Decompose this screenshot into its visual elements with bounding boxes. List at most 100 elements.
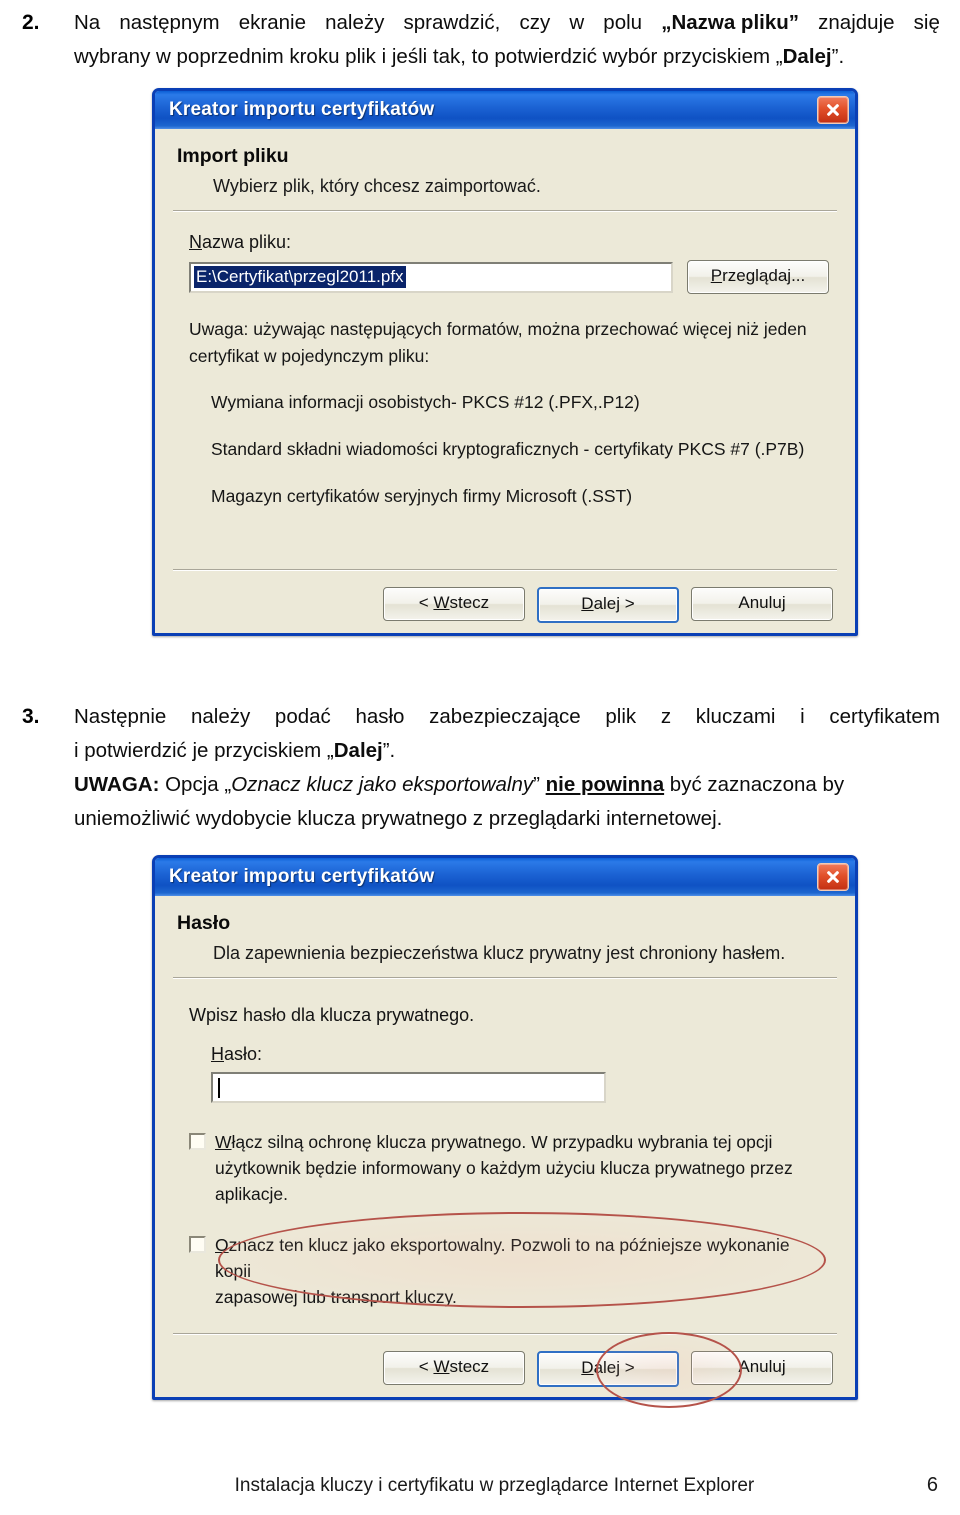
file-name-input[interactable]: E:\Certyfikat\przegl2011.pfx [189, 261, 673, 293]
certificate-import-wizard-password-dialog[interactable]: Kreator importu certyfikatów Hasło Dla z… [152, 855, 858, 1400]
paragraph-2-line-2: wybrany w poprzednim kroku plik i jeśli … [74, 40, 940, 74]
password-instruction: Wpisz hasło dla klucza prywatnego. [189, 1005, 475, 1025]
dialog-titlebar[interactable]: Kreator importu certyfikatów [155, 858, 855, 896]
exportable-key-checkbox[interactable] [189, 1236, 206, 1253]
page-subtitle: Dla zapewnienia bezpieczeństwa klucz pry… [213, 943, 786, 963]
page-title: Hasło [177, 912, 231, 934]
emphasis-underlined: nie powinna [545, 773, 665, 796]
paragraph-2-number: 2. [22, 11, 40, 34]
next-button[interactable]: Dalej > [537, 587, 679, 623]
p2-w7: w [569, 11, 585, 34]
p2-w3: ekranie [238, 11, 306, 34]
dialog-header-zone: Hasło Dla zapewnienia bezpieczeństwa klu… [155, 896, 855, 964]
exportable-key-label: Oznacz ten klucz jako eksportowalny. Poz… [215, 1232, 829, 1310]
file-name-label: Nazwa pliku: [189, 232, 829, 253]
next-button[interactable]: Dalej > [537, 1351, 679, 1387]
format-item-sst: Magazyn certyfikatów seryjnych firmy Mic… [211, 486, 633, 506]
exportable-key-line-1-rest: znacz ten klucz jako eksportowalny. Pozw… [215, 1235, 790, 1281]
dialog-body: Hasło Dla zapewnienia bezpieczeństwa klu… [155, 896, 855, 1397]
browse-button[interactable]: Przeglądaj... [687, 260, 829, 294]
next-button-label: alej > [593, 594, 635, 613]
p2-w10: znajduje [818, 11, 895, 34]
formats-note-line-2: certyfikat w pojedynczym pliku: [189, 346, 430, 366]
footer-title: Instalacja kluczy i certyfikatu w przegl… [234, 1475, 755, 1496]
warning-label: UWAGA: [74, 773, 160, 796]
p2-w2: następnym [119, 11, 220, 34]
page-subtitle: Wybierz plik, który chcesz zaimportować. [213, 176, 541, 196]
paragraph-2-line-1: Na następnym ekranie należy sprawdzić, c… [74, 6, 940, 40]
close-icon[interactable] [817, 96, 849, 124]
cancel-button[interactable]: Anuluj [691, 1351, 833, 1385]
exportable-key-checkbox-row[interactable]: Oznacz ten klucz jako eksportowalny. Poz… [189, 1232, 829, 1310]
p3-l2-post: ”. [382, 739, 396, 762]
paragraph-3-text: Następnie należy podać hasło zabezpiecza… [74, 700, 940, 836]
p2-field-name-quoted: „Nazwa pliku” [661, 11, 800, 34]
strong-protection-line-1-rest: łącz silną ochronę klucza prywatnego. W … [231, 1132, 773, 1152]
paragraph-3-warning-line: UWAGA: Opcja „Oznacz klucz jako eksporto… [74, 768, 940, 802]
back-button-prefix: < [418, 1357, 434, 1376]
close-icon[interactable] [817, 863, 849, 891]
p3-w2: należy [190, 705, 251, 728]
next-button-label: alej > [593, 1358, 635, 1377]
footer-page-number: 6 [926, 1474, 938, 1496]
page-footer: Instalacja kluczy i certyfikatu w przegl… [22, 1474, 938, 1497]
cancel-button[interactable]: Anuluj [691, 587, 833, 621]
text-caret [218, 1077, 220, 1098]
exportable-key-line-1: Oznacz ten klucz jako eksportowalny. Poz… [215, 1235, 790, 1281]
p2-w8: polu [603, 11, 643, 34]
p2-w1: Na [74, 11, 101, 34]
dialog-content: Nazwa pliku: E:\Certyfikat\przegl2011.pf… [155, 212, 855, 507]
back-button-label: stecz [449, 1357, 490, 1376]
dialog-body: Import pliku Wybierz plik, który chcesz … [155, 129, 855, 633]
exportable-key-line-2: zapasowej lub transport kluczy. [215, 1287, 457, 1307]
p3-l2-pre: i potwierdzić je przyciskiem „ [74, 739, 334, 762]
dialog-title: Kreator importu certyfikatów [169, 866, 435, 887]
p3-w6: plik [605, 705, 637, 728]
formats-note: Uwaga: używając następujących formatów, … [189, 316, 829, 370]
dialog-content: Wpisz hasło dla klucza prywatnego. Hasło… [155, 979, 855, 1310]
footer-buttons: < Wstecz Dalej > Anuluj [155, 587, 855, 623]
back-button-label: stecz [449, 593, 490, 612]
paragraph-3-line-4: uniemożliwić wydobycie klucza prywatnego… [74, 807, 723, 830]
p3-w8: kluczami [695, 705, 776, 728]
p3-w4: hasło [355, 705, 405, 728]
p3-w10: certyfikatem [829, 705, 940, 728]
paragraph-3-line-1: Następnie należy podać hasło zabezpiecza… [74, 700, 940, 734]
certificate-import-wizard-file-dialog[interactable]: Kreator importu certyfikatów Import plik… [152, 88, 858, 636]
next-button-accel: D [581, 1358, 594, 1377]
p3-l3-a: Opcja „ [159, 773, 232, 796]
strong-protection-line-1: Włącz silną ochronę klucza prywatnego. W… [215, 1132, 772, 1152]
p3-w9: i [800, 705, 805, 728]
format-item-pkcs12: Wymiana informacji osobistych- PKCS #12 … [211, 392, 640, 412]
strong-protection-line-3: aplikacje. [215, 1184, 288, 1204]
dialog-footer: < Wstecz Dalej > Anuluj [155, 569, 855, 623]
browse-button-accel: P [710, 266, 723, 285]
paragraph-3-line-2: i potwierdzić je przyciskiem „Dalej”. [74, 734, 940, 768]
strong-protection-checkbox-row[interactable]: Włącz silną ochronę klucza prywatnego. W… [189, 1129, 829, 1207]
file-name-label-accel: N [189, 232, 202, 252]
option-name-italic: Oznacz klucz jako eksportowalny [231, 773, 534, 796]
password-input[interactable] [211, 1072, 606, 1103]
strong-protection-checkbox[interactable] [189, 1133, 206, 1150]
password-field-group: Hasło: [211, 1044, 829, 1103]
footer-divider [173, 1333, 837, 1335]
paragraph-2-text: Na następnym ekranie należy sprawdzić, c… [74, 6, 940, 74]
p2-l2-post: ”. [831, 45, 845, 68]
back-button-accel: W [433, 593, 450, 612]
back-button[interactable]: < Wstecz [383, 1351, 525, 1385]
next-button-accel: D [581, 594, 594, 613]
back-button-prefix: < [418, 593, 434, 612]
back-button-accel: W [433, 1357, 450, 1376]
dialog-titlebar[interactable]: Kreator importu certyfikatów [155, 91, 855, 129]
back-button[interactable]: < Wstecz [383, 587, 525, 621]
p3-w7: z [660, 705, 672, 728]
p3-l3-c: być zaznaczona by [664, 773, 845, 796]
dialog-title: Kreator importu certyfikatów [169, 99, 435, 120]
browse-button-label: rzeglądaj... [722, 266, 806, 285]
p2-w6: czy [519, 11, 551, 34]
dialog-header-zone: Import pliku Wybierz plik, który chcesz … [155, 129, 855, 197]
strong-protection-label: Włącz silną ochronę klucza prywatnego. W… [215, 1129, 793, 1207]
file-name-value: E:\Certyfikat\przegl2011.pfx [194, 266, 406, 288]
p2-w4: należy [325, 11, 385, 34]
password-label-accel: H [211, 1044, 224, 1064]
